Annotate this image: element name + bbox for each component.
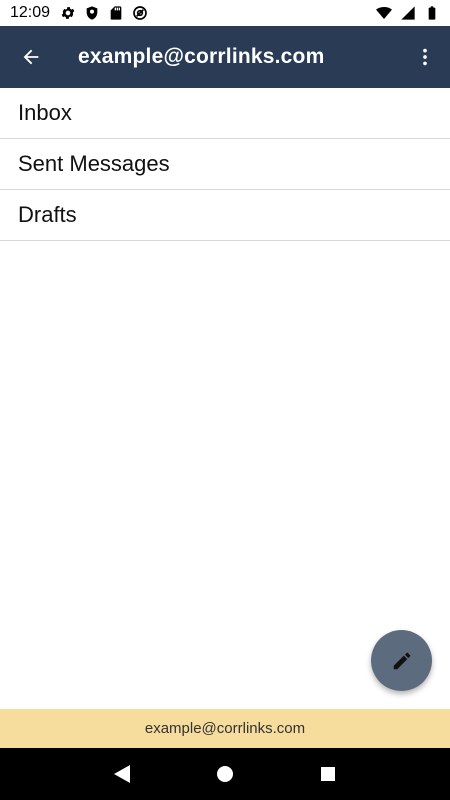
wifi-icon [376,5,392,21]
system-nav-bar [0,748,450,800]
pencil-icon [393,652,410,669]
recents-square-icon [321,767,336,781]
at-sign-icon [132,5,148,21]
account-banner-text: example@corrlinks.com [144,720,306,737]
shield-icon [84,5,100,21]
sd-card-icon [108,5,124,21]
status-icons-left [60,5,148,21]
compose-button[interactable] [371,630,432,691]
nav-back-button[interactable] [102,754,142,794]
folder-item-inbox[interactable]: Inbox [0,88,450,139]
app-screen: 12:09 example@corrlinks.com Inbox Sent M… [0,0,450,800]
more-vert-icon [423,48,427,66]
app-title: example@corrlinks.com [78,45,325,68]
gear-icon [60,5,76,21]
back-triangle-icon [113,765,130,783]
home-circle-icon [216,766,233,782]
overflow-menu-button[interactable] [400,26,450,88]
app-bar: example@corrlinks.com [0,26,450,88]
folder-item-drafts[interactable]: Drafts [0,190,450,241]
status-bar: 12:09 [0,0,450,26]
folder-item-sent-messages[interactable]: Sent Messages [0,139,450,190]
signal-icon [400,5,416,21]
nav-recents-button[interactable] [308,754,348,794]
arrow-left-icon [23,49,39,65]
status-icons-right [376,5,440,21]
battery-icon [424,5,440,21]
account-banner: example@corrlinks.com [0,709,450,748]
nav-home-button[interactable] [205,754,245,794]
status-time: 12:09 [10,4,51,21]
folder-list: Inbox Sent Messages Drafts [0,88,450,241]
back-button[interactable] [0,26,62,88]
